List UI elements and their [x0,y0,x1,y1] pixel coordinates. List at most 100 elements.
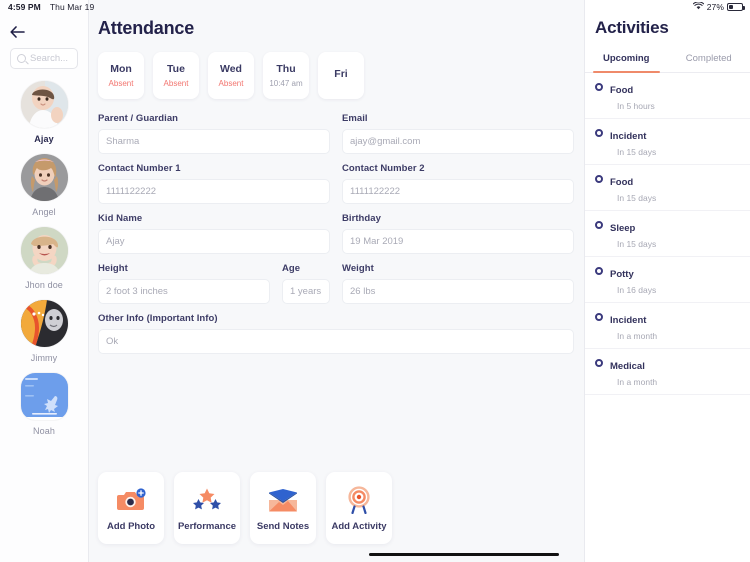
field-label: Email [342,113,368,124]
form-row: Parent / Guardian Sharma Email ajay@gmai… [98,113,574,154]
activity-text: Potty In 16 days [610,264,656,295]
avatar [20,81,68,128]
form-row: Contact Number 1 1111122222 Contact Numb… [98,163,574,204]
field-height: Height 2 foot 3 inches [98,263,270,304]
add-photo-button[interactable]: Add Photo [98,472,164,544]
send-notes-button[interactable]: Send Notes [250,472,316,544]
activity-ring-icon [595,83,603,91]
sidebar-item-label: Jimmy [30,353,58,363]
field-age: Age 1 years [282,263,330,304]
activity-ring-icon [595,313,603,321]
kid-name-input[interactable]: Ajay [98,229,330,254]
activity-when: In a month [617,377,658,387]
sidebar-item-noah[interactable]: Noah [0,373,88,436]
activity-ring-icon [595,267,603,275]
back-button[interactable] [10,22,40,42]
day-label: Fri [334,67,348,80]
target-icon [345,484,373,516]
search-placeholder: Search... [30,53,69,64]
kid-profile-form: Parent / Guardian Sharma Email ajay@gmai… [98,113,574,354]
status-time: 4:59 PM [8,2,41,12]
sidebar-item-jhon-doe[interactable]: Jhon doe [0,227,88,290]
sidebar-item-label: Ajay [34,134,54,144]
field-parent-guardian: Parent / Guardian Sharma [98,113,330,154]
activity-text: Incident In a month [610,310,657,341]
field-weight: Weight 26 lbs [342,263,574,304]
form-row: Other Info (Important Info) Ok [98,313,574,354]
attendance-day-wed[interactable]: Wed Absent [208,52,254,99]
day-status: Absent [108,79,134,88]
performance-button[interactable]: Performance [174,472,240,544]
camera-add-icon [116,484,146,516]
list-item[interactable]: Sleep In 15 days [585,211,750,257]
sidebar-item-angel[interactable]: Angel [0,154,88,217]
attendance-day-mon[interactable]: Mon Absent [98,52,144,99]
battery-icon [727,3,745,11]
action-bar: Add Photo Performance Send Notes Add Act… [98,472,392,544]
activities-title: Activities [595,18,669,37]
activities-panel: Activities Upcoming Completed Food In 5 … [584,0,750,562]
field-kid-name: Kid Name Ajay [98,213,330,254]
activity-when: In 15 days [617,239,657,249]
list-item[interactable]: Medical In a month [585,349,750,395]
tab-upcoming[interactable]: Upcoming [585,53,668,73]
activity-text: Medical In a month [610,356,657,387]
list-item[interactable]: Food In 15 days [585,165,750,211]
activity-when: In 15 days [617,147,657,157]
list-item[interactable]: Potty In 16 days [585,257,750,303]
search-input[interactable]: Search... [10,48,78,69]
status-bar: 4:59 PM Thu Mar 19 27% [0,0,750,14]
list-item[interactable]: Incident In 15 days [585,119,750,165]
activity-name: Food [610,177,634,188]
add-activity-button[interactable]: Add Activity [326,472,392,544]
back-arrow-icon [10,26,25,38]
age-input[interactable]: 1 years [282,279,330,304]
field-label: Height [98,263,128,274]
height-input[interactable]: 2 foot 3 inches [98,279,270,304]
activity-name: Incident [610,315,647,326]
form-row: Height 2 foot 3 inches Age 1 years Weigh… [98,263,574,304]
field-label: Birthday [342,213,381,224]
activity-text: Incident In 15 days [610,126,656,157]
activity-name: Incident [610,131,647,142]
main-content: Attendance Mon Absent Tue Absent Wed Abs… [89,0,584,562]
activities-list: Food In 5 hours Incident In 15 days Food… [585,73,750,395]
contact-2-input[interactable]: 1111122222 [342,179,574,204]
attendance-day-tue[interactable]: Tue Absent [153,52,199,99]
day-label: Thu [276,63,296,75]
tab-completed[interactable]: Completed [668,53,750,72]
field-contact-1: Contact Number 1 1111122222 [98,163,330,204]
email-input[interactable]: ajay@gmail.com [342,129,574,154]
day-label: Mon [110,63,132,75]
activity-ring-icon [595,359,603,367]
other-info-input[interactable]: Ok [98,329,574,354]
list-item[interactable]: Food In 5 hours [585,73,750,119]
search-icon [17,54,26,63]
attendance-day-fri[interactable]: Fri [318,52,364,99]
status-right: 27% [692,1,745,12]
activity-ring-icon [595,175,603,183]
weight-input[interactable]: 26 lbs [342,279,574,304]
attendance-day-thu[interactable]: Thu 10:47 am [263,52,309,99]
field-contact-2: Contact Number 2 1111122222 [342,163,574,204]
attendance-week: Mon Absent Tue Absent Wed Absent Thu 10:… [98,52,584,99]
birthday-input[interactable]: 19 Mar 2019 [342,229,574,254]
activity-when: In 15 days [617,193,657,203]
envelope-photo-icon [267,484,299,516]
day-status: Absent [163,79,189,88]
parent-guardian-input[interactable]: Sharma [98,129,330,154]
activity-name: Medical [610,361,645,372]
page-title: Attendance [98,18,195,38]
day-status: Absent [218,79,244,88]
activities-tabs: Upcoming Completed [585,53,750,73]
activity-ring-icon [595,129,603,137]
activity-when: In 5 hours [617,101,655,111]
sidebar-item-jimmy[interactable]: Jimmy [0,300,88,363]
contact-1-input[interactable]: 1111122222 [98,179,330,204]
home-indicator [369,552,559,556]
list-item[interactable]: Incident In a month [585,303,750,349]
field-label: Parent / Guardian [98,113,179,124]
field-label: Other Info (Important Info) [98,313,218,324]
field-label: Age [282,263,301,274]
sidebar-item-ajay[interactable]: Ajay [0,81,88,144]
